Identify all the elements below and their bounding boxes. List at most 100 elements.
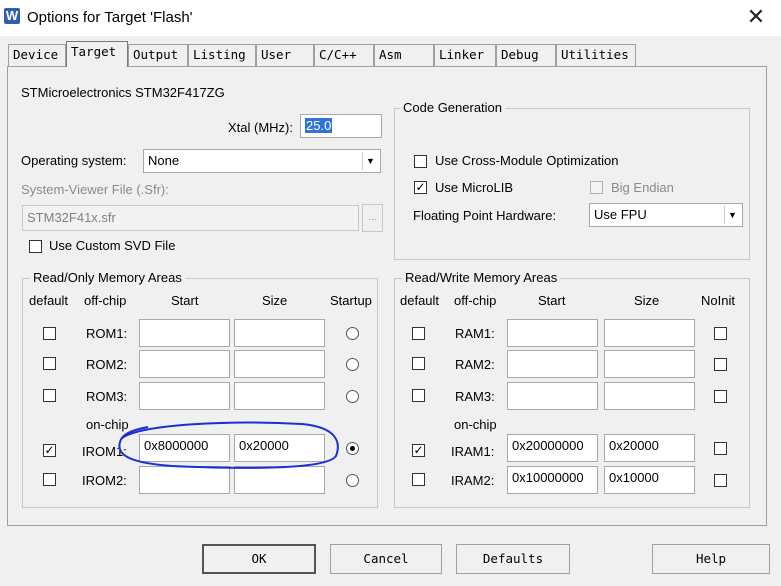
rom-onchip-label: on-chip <box>86 417 129 432</box>
rom3-label: ROM3: <box>86 389 128 404</box>
ram2-start-input[interactable] <box>507 350 598 378</box>
iram2-label: IRAM2: <box>451 473 495 488</box>
iram2-start-input[interactable]: 0x10000000 <box>507 466 598 494</box>
rom2-startup-radio[interactable] <box>346 358 359 371</box>
os-select[interactable]: None ▼ <box>143 149 381 173</box>
help-button[interactable]: Help <box>652 544 770 574</box>
rom3-default-checkbox[interactable] <box>43 389 56 402</box>
os-label: Operating system: <box>21 153 127 168</box>
irom1-start-input[interactable]: 0x8000000 <box>139 434 230 462</box>
rom2-label: ROM2: <box>86 357 128 372</box>
ram1-label: RAM1: <box>455 326 495 341</box>
app-icon: W <box>4 8 20 24</box>
ram2-label: RAM2: <box>455 357 495 372</box>
iram1-noinit-checkbox[interactable] <box>714 442 727 455</box>
rom-header-offchip: off-chip <box>84 293 127 308</box>
rom-header-size: Size <box>262 293 288 308</box>
rom2-size-input[interactable] <box>234 350 325 378</box>
sysviewer-field[interactable]: STM32F41x.sfr <box>22 205 359 231</box>
tab-asm[interactable]: Asm <box>374 44 434 66</box>
close-icon[interactable]: ✕ <box>742 3 770 31</box>
xtal-label: Xtal (MHz): <box>228 120 293 135</box>
big-endian-checkbox[interactable] <box>590 181 603 194</box>
rom-header-startup: Startup <box>330 293 372 308</box>
ram3-start-input[interactable] <box>507 382 598 410</box>
irom2-label: IROM2: <box>82 473 127 488</box>
tab-utilities[interactable]: Utilities <box>556 44 636 66</box>
help-button-label: Help <box>695 551 727 566</box>
irom1-default-checkbox[interactable]: ✓ <box>43 444 56 457</box>
irom2-default-checkbox[interactable] <box>43 473 56 486</box>
ram-onchip-label: on-chip <box>454 417 497 432</box>
code-generation-title: Code Generation <box>400 100 506 115</box>
ram3-default-checkbox[interactable] <box>412 389 425 402</box>
ram1-noinit-checkbox[interactable] <box>714 327 727 340</box>
tab-linker[interactable]: Linker <box>434 44 496 66</box>
rom1-size-input[interactable] <box>234 319 325 347</box>
ram3-noinit-checkbox[interactable] <box>714 390 727 403</box>
tab-user[interactable]: User <box>256 44 314 66</box>
microlib-label: Use MicroLIB <box>435 180 514 195</box>
iram1-start-input[interactable]: 0x20000000 <box>507 434 598 462</box>
cross-module-checkbox[interactable] <box>414 155 427 168</box>
ram3-size-input[interactable] <box>604 382 695 410</box>
tab-target[interactable]: Target <box>66 41 128 67</box>
rom1-label: ROM1: <box>86 326 128 341</box>
irom1-label: IROM1: <box>82 444 127 459</box>
cancel-button[interactable]: Cancel <box>330 544 442 574</box>
rom3-size-input[interactable] <box>234 382 325 410</box>
cancel-button-label: Cancel <box>363 551 409 566</box>
microlib-checkbox[interactable]: ✓ <box>414 181 427 194</box>
window-title: Options for Target 'Flash' <box>27 9 193 26</box>
rom2-start-input[interactable] <box>139 350 230 378</box>
ram-header-noinit: NoInit <box>701 293 735 308</box>
ram-header-size: Size <box>634 293 660 308</box>
ram1-start-input[interactable] <box>507 319 598 347</box>
sysviewer-browse-button[interactable]: ... <box>362 204 383 232</box>
custom-svd-checkbox[interactable] <box>29 240 42 253</box>
tab-debug[interactable]: Debug <box>496 44 556 66</box>
irom1-size-input[interactable]: 0x20000 <box>234 434 325 462</box>
rom-header-default: default <box>29 293 69 308</box>
ram2-default-checkbox[interactable] <box>412 357 425 370</box>
ram-header-offchip: off-chip <box>454 293 497 308</box>
fpu-select[interactable]: Use FPU ▼ <box>589 203 743 227</box>
ram2-size-input[interactable] <box>604 350 695 378</box>
rom1-startup-radio[interactable] <box>346 327 359 340</box>
tab-listing[interactable]: Listing <box>188 44 256 66</box>
rom3-start-input[interactable] <box>139 382 230 410</box>
ram3-label: RAM3: <box>455 389 495 404</box>
ok-button[interactable]: OK <box>202 544 316 574</box>
rom-header-start: Start <box>171 293 199 308</box>
rom3-startup-radio[interactable] <box>346 390 359 403</box>
rom1-default-checkbox[interactable] <box>43 327 56 340</box>
device-name: STMicroelectronics STM32F417ZG <box>21 85 225 100</box>
defaults-button[interactable]: Defaults <box>456 544 570 574</box>
sysviewer-label: System-Viewer File (.Sfr): <box>21 182 169 197</box>
iram2-size-input[interactable]: 0x10000 <box>604 466 695 494</box>
irom1-startup-radio[interactable] <box>346 442 359 455</box>
irom2-start-input[interactable] <box>139 466 230 494</box>
iram1-size-input[interactable]: 0x20000 <box>604 434 695 462</box>
xtal-input[interactable]: 25.0 <box>300 114 382 138</box>
rom1-start-input[interactable] <box>139 319 230 347</box>
iram2-default-checkbox[interactable] <box>412 473 425 486</box>
ram-header-start: Start <box>538 293 566 308</box>
rom2-default-checkbox[interactable] <box>43 357 56 370</box>
ram1-default-checkbox[interactable] <box>412 327 425 340</box>
big-endian-label: Big Endian <box>611 180 674 195</box>
ram2-noinit-checkbox[interactable] <box>714 358 727 371</box>
irom2-startup-radio[interactable] <box>346 474 359 487</box>
iram1-label: IRAM1: <box>451 444 495 459</box>
defaults-button-label: Defaults <box>482 551 544 566</box>
iram1-default-checkbox[interactable]: ✓ <box>412 444 425 457</box>
tab-c-cpp[interactable]: C/C++ <box>314 44 374 66</box>
rom-group-title: Read/Only Memory Areas <box>30 270 185 285</box>
tab-output[interactable]: Output <box>128 44 188 66</box>
tab-device[interactable]: Device <box>8 44 66 66</box>
ram1-size-input[interactable] <box>604 319 695 347</box>
custom-svd-label: Use Custom SVD File <box>49 238 176 253</box>
iram2-noinit-checkbox[interactable] <box>714 474 727 487</box>
ok-button-label: OK <box>251 551 267 566</box>
irom2-size-input[interactable] <box>234 466 325 494</box>
